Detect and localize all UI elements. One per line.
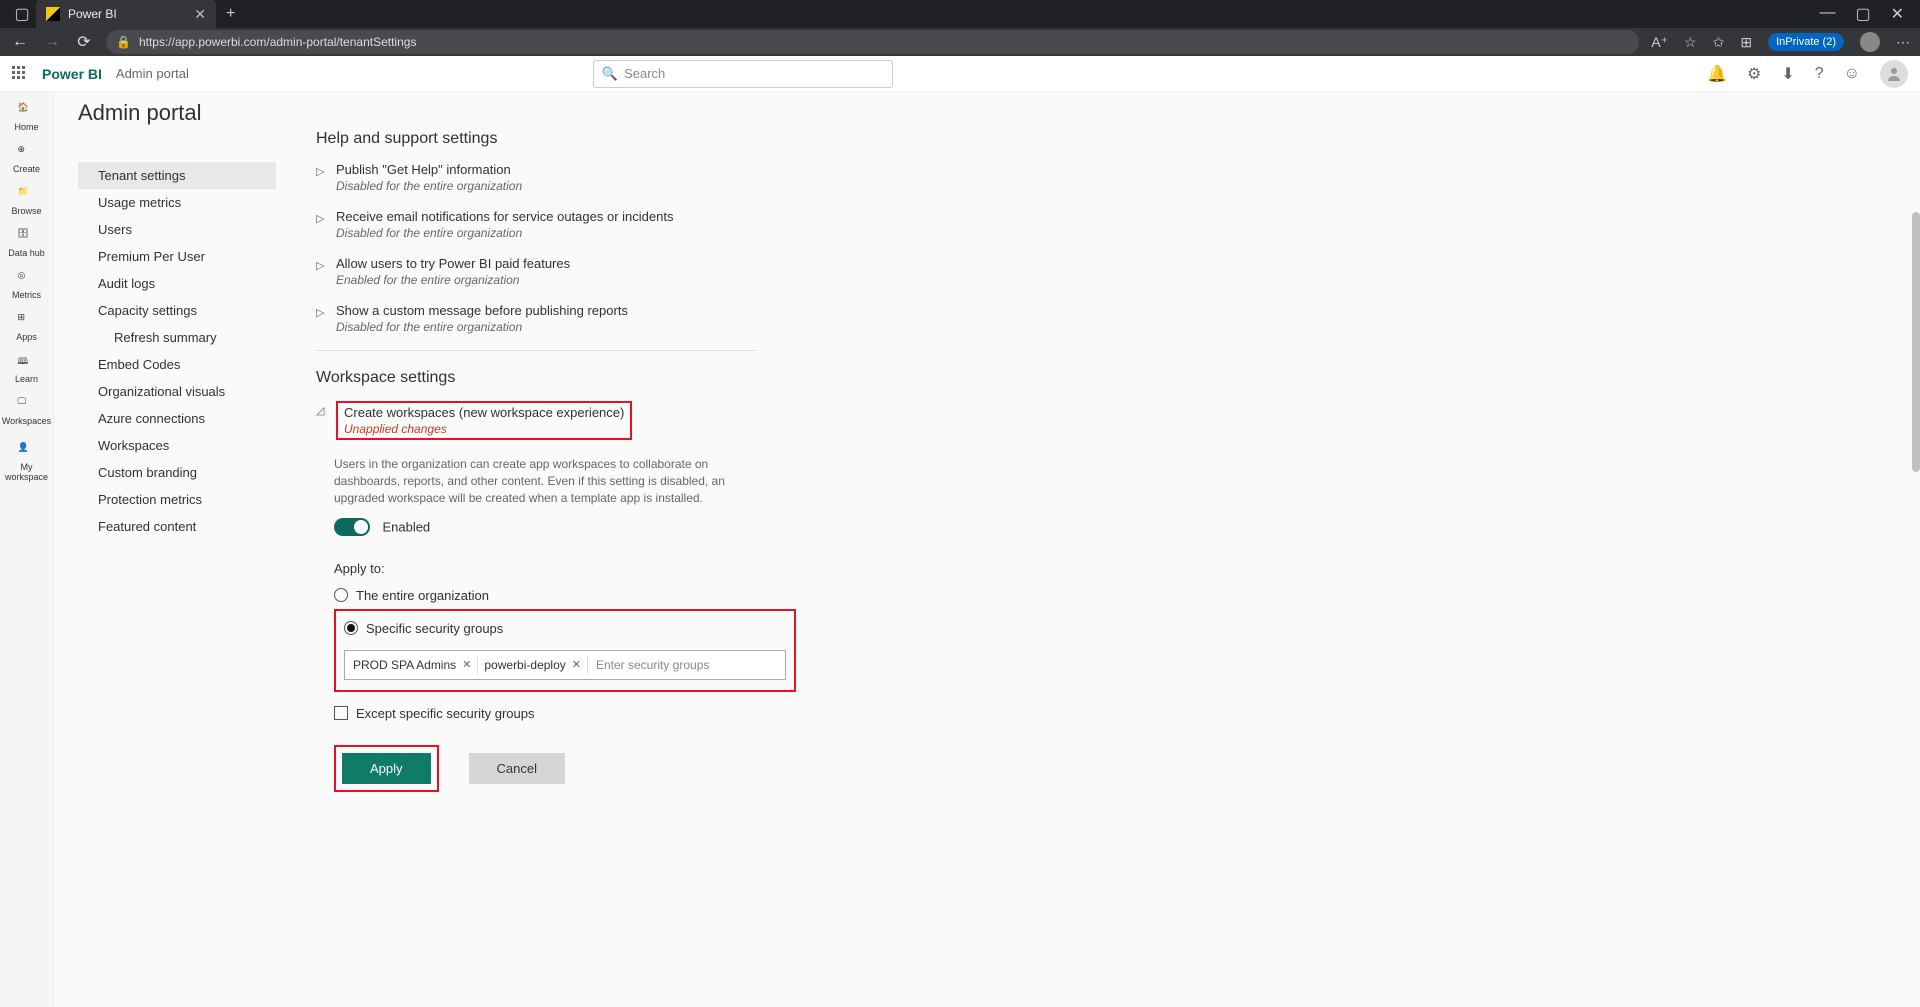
- highlight-specific-groups: Specific security groups PROD SPA Admins…: [334, 609, 796, 692]
- sidebar-item-premium-per-user[interactable]: Premium Per User: [78, 243, 276, 270]
- lock-icon: 🔒: [116, 35, 131, 49]
- favicon-icon: [46, 7, 60, 21]
- notifications-icon[interactable]: 🔔: [1707, 64, 1727, 84]
- sidebar-item-users[interactable]: Users: [78, 216, 276, 243]
- setting-email-notifications[interactable]: ▷ Receive email notifications for servic…: [316, 209, 1880, 240]
- search-icon: 🔍: [602, 66, 618, 82]
- sidebar-item-org-visuals[interactable]: Organizational visuals: [78, 378, 276, 405]
- apply-to-label: Apply to:: [334, 561, 1880, 576]
- window-maximize-icon[interactable]: ▢: [1855, 4, 1870, 24]
- nav-create[interactable]: ⊕Create: [13, 144, 40, 174]
- tab-title: Power BI: [68, 7, 186, 21]
- breadcrumb[interactable]: Admin portal: [116, 66, 189, 81]
- expand-icon[interactable]: ▷: [316, 162, 326, 178]
- sidebar-item-protection-metrics[interactable]: Protection metrics: [78, 486, 276, 513]
- browser-chrome: ▢ Power BI ✕ + ― ▢ ✕ ← → ⟳ 🔒 https://app…: [0, 0, 1920, 56]
- admin-sidebar: Tenant settings Usage metrics Users Prem…: [78, 162, 276, 1007]
- security-groups-input[interactable]: PROD SPA Admins✕ powerbi-deploy✕ Enter s…: [344, 650, 786, 680]
- sidebar-item-azure-connections[interactable]: Azure connections: [78, 405, 276, 432]
- sidebar-item-custom-branding[interactable]: Custom branding: [78, 459, 276, 486]
- expand-icon[interactable]: ▷: [316, 256, 326, 272]
- sidebar-item-workspaces[interactable]: Workspaces: [78, 432, 276, 459]
- new-tab-button[interactable]: +: [226, 5, 235, 23]
- nav-home[interactable]: 🏠Home: [14, 102, 38, 132]
- back-icon[interactable]: ←: [10, 33, 30, 51]
- radio-specific-groups[interactable]: Specific security groups: [344, 617, 786, 640]
- collapse-icon[interactable]: ◿: [316, 401, 326, 417]
- download-icon[interactable]: ⬇: [1781, 64, 1794, 84]
- apply-button[interactable]: Apply: [342, 753, 431, 784]
- radio-icon[interactable]: [344, 621, 358, 635]
- expand-icon[interactable]: ▷: [316, 303, 326, 319]
- chip-prod-spa-admins: PROD SPA Admins✕: [349, 656, 475, 674]
- divider: [316, 350, 756, 351]
- app-launcher-icon[interactable]: [12, 66, 28, 82]
- highlight-create-workspaces: Create workspaces (new workspace experie…: [336, 401, 632, 440]
- window-minimize-icon[interactable]: ―: [1819, 4, 1835, 24]
- settings-icon[interactable]: ⚙: [1747, 64, 1761, 84]
- inprivate-badge[interactable]: InPrivate (2): [1768, 33, 1844, 51]
- feedback-icon[interactable]: ☺: [1844, 65, 1860, 83]
- setting-custom-message[interactable]: ▷ Show a custom message before publishin…: [316, 303, 1880, 334]
- tab-close-icon[interactable]: ✕: [194, 6, 206, 23]
- setting-description: Users in the organization can create app…: [334, 456, 774, 506]
- nav-datahub[interactable]: 🗄Data hub: [8, 228, 45, 258]
- address-bar[interactable]: 🔒 https://app.powerbi.com/admin-portal/t…: [106, 30, 1639, 54]
- url-text: https://app.powerbi.com/admin-portal/ten…: [139, 35, 417, 49]
- setting-try-paid-features[interactable]: ▷ Allow users to try Power BI paid featu…: [316, 256, 1880, 287]
- chip-remove-icon[interactable]: ✕: [572, 658, 581, 671]
- except-groups-checkbox[interactable]: Except specific security groups: [334, 706, 1880, 721]
- user-avatar[interactable]: [1880, 60, 1908, 88]
- app-header: Power BI Admin portal 🔍 Search 🔔 ⚙ ⬇ ? ☺: [0, 56, 1920, 92]
- radio-icon[interactable]: [334, 588, 348, 602]
- chip-remove-icon[interactable]: ✕: [462, 658, 471, 671]
- collections-icon[interactable]: ⊞: [1740, 34, 1752, 51]
- search-placeholder: Search: [624, 66, 665, 81]
- help-icon[interactable]: ?: [1815, 65, 1824, 83]
- sidebar-item-featured-content[interactable]: Featured content: [78, 513, 276, 540]
- unapplied-changes-label: Unapplied changes: [344, 422, 624, 436]
- scrollbar[interactable]: [1912, 212, 1920, 472]
- sidebar-item-tenant-settings[interactable]: Tenant settings: [78, 162, 276, 189]
- cancel-button[interactable]: Cancel: [469, 753, 565, 784]
- nav-apps[interactable]: ⊞Apps: [16, 312, 37, 342]
- enabled-toggle[interactable]: [334, 518, 370, 536]
- nav-workspaces[interactable]: 🖵Workspaces: [2, 396, 51, 426]
- toggle-label: Enabled: [382, 520, 430, 535]
- help-section-title: Help and support settings: [316, 130, 1880, 148]
- highlight-apply: Apply: [334, 745, 439, 792]
- sidebar-item-usage-metrics[interactable]: Usage metrics: [78, 189, 276, 216]
- more-icon[interactable]: ⋯: [1896, 34, 1910, 51]
- refresh-icon[interactable]: ⟳: [74, 32, 94, 52]
- read-aloud-icon[interactable]: A⁺: [1651, 34, 1668, 51]
- page-title: Admin portal: [78, 100, 202, 126]
- expand-icon[interactable]: ▷: [316, 209, 326, 225]
- radio-entire-organization[interactable]: The entire organization: [334, 584, 1880, 607]
- brand-label[interactable]: Power BI: [42, 66, 102, 82]
- sidebar-item-refresh-summary[interactable]: Refresh summary: [78, 324, 276, 351]
- window-close-icon[interactable]: ✕: [1891, 4, 1904, 24]
- profile-icon[interactable]: [1860, 32, 1880, 52]
- forward-icon: →: [42, 33, 62, 51]
- chip-placeholder[interactable]: Enter security groups: [590, 656, 781, 674]
- checkbox-icon[interactable]: [334, 706, 348, 720]
- search-input[interactable]: 🔍 Search: [593, 60, 893, 88]
- setting-create-workspaces[interactable]: ◿ Create workspaces (new workspace exper…: [316, 401, 1880, 440]
- tab-list-icon[interactable]: ▢: [8, 0, 36, 28]
- workspace-section-title: Workspace settings: [316, 369, 1880, 387]
- browser-tab[interactable]: Power BI ✕: [36, 0, 216, 28]
- nav-my-workspace[interactable]: 👤My workspace: [0, 442, 53, 482]
- setting-publish-get-help[interactable]: ▷ Publish "Get Help" information Disable…: [316, 162, 1880, 193]
- chip-powerbi-deploy: powerbi-deploy✕: [480, 656, 585, 674]
- nav-learn[interactable]: 🕮Learn: [15, 354, 38, 384]
- sidebar-item-capacity-settings[interactable]: Capacity settings: [78, 297, 276, 324]
- nav-rail: 🏠Home ⊕Create 📁Browse 🗄Data hub ◎Metrics…: [0, 92, 54, 1007]
- favorite-icon[interactable]: ☆: [1684, 34, 1697, 51]
- nav-browse[interactable]: 📁Browse: [11, 186, 41, 216]
- nav-metrics[interactable]: ◎Metrics: [12, 270, 41, 300]
- sidebar-item-embed-codes[interactable]: Embed Codes: [78, 351, 276, 378]
- favorites-bar-icon[interactable]: ✩: [1713, 34, 1725, 51]
- sidebar-item-audit-logs[interactable]: Audit logs: [78, 270, 276, 297]
